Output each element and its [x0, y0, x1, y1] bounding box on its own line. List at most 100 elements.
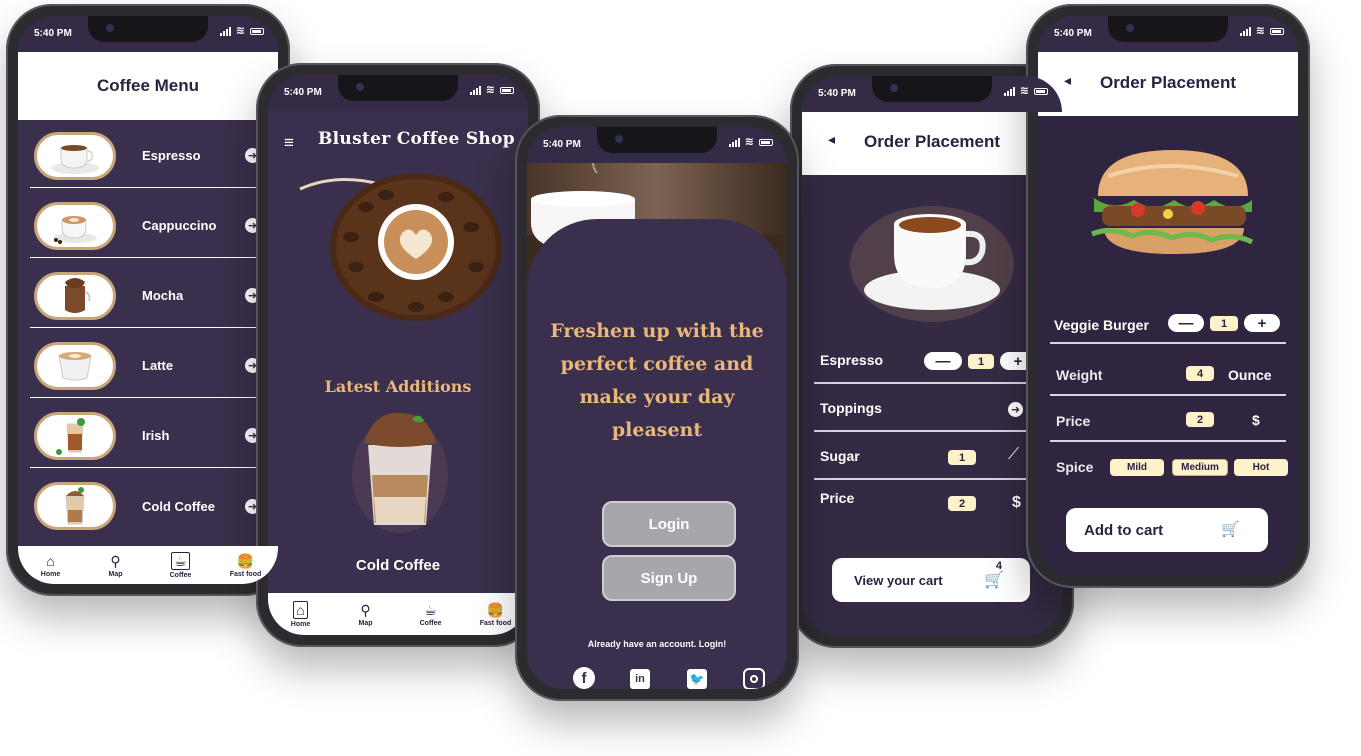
add-to-cart-button[interactable]: Add to cart 🛒 — [1066, 508, 1268, 552]
status-icons: ≋ — [728, 136, 773, 148]
menu-item-mocha[interactable]: Mocha ➜ — [30, 264, 260, 328]
status-time: 5:40 PM — [1054, 28, 1092, 39]
menu-item-espresso[interactable]: Espresso ➜ — [30, 124, 260, 188]
coffee-cup-icon: ☕ — [424, 601, 437, 618]
tab-home[interactable]: ⌂ Home — [26, 553, 76, 578]
menu-item-cold-coffee[interactable]: Cold Coffee ➜ — [30, 474, 260, 538]
espresso-image — [34, 131, 116, 180]
section-title: Latest Additions — [324, 377, 472, 396]
menu-item-label: Cold Coffee — [142, 498, 215, 514]
espresso-image — [850, 206, 1014, 322]
map-pin-icon: ⚲ — [360, 601, 371, 618]
item-name: Espresso — [820, 352, 884, 368]
signal-icon — [219, 26, 231, 36]
back-icon[interactable]: ◂ — [1064, 72, 1071, 89]
signal-icon — [1239, 26, 1251, 36]
irish-image — [34, 411, 116, 460]
notch — [338, 75, 458, 101]
divider — [814, 478, 1050, 480]
hamburger-menu-icon[interactable]: ≡ — [284, 133, 294, 153]
view-cart-button[interactable]: View your cart 🛒 4 — [832, 558, 1030, 602]
currency-symbol: $ — [1012, 494, 1021, 511]
instagram-lens — [750, 675, 758, 683]
mocha-image — [34, 271, 116, 320]
fast-food-icon: 🍔 — [486, 601, 505, 618]
arrow-right-icon[interactable]: ➜ — [1008, 402, 1023, 417]
phone-coffee-menu: 5:40 PM ≋ Coffee Menu Espresso ➜ Cappucc… — [6, 4, 290, 596]
menu-item-latte[interactable]: Latte ➜ — [30, 334, 260, 398]
tab-label: Fast food — [479, 619, 512, 627]
spice-option-mild[interactable]: Mild — [1110, 459, 1164, 476]
header: ◂ Order Placement — [802, 109, 1062, 175]
signal-icon — [469, 85, 481, 95]
increment-button[interactable]: + — [1244, 314, 1280, 332]
notch — [872, 76, 992, 102]
cappuccino-image — [34, 201, 116, 250]
quantity-value: 1 — [968, 354, 994, 369]
login-button[interactable]: Login — [602, 501, 736, 547]
menu-item-irish[interactable]: Irish ➜ — [30, 404, 260, 468]
spice-option-hot[interactable]: Hot — [1234, 459, 1288, 476]
login-panel — [527, 219, 787, 689]
divider — [1050, 394, 1286, 396]
price-value: 2 — [1186, 412, 1214, 427]
tab-label: Home — [290, 620, 311, 628]
notch — [597, 127, 717, 153]
price-label: Price — [1056, 413, 1091, 429]
cart-icon: 🛒 — [1221, 521, 1240, 538]
signal-icon — [728, 137, 740, 147]
tab-fast-food[interactable]: 🍔 Fast food — [471, 602, 521, 627]
status-icons: ≋ — [469, 84, 514, 96]
sugar-value: 1 — [948, 450, 976, 465]
divider — [1050, 440, 1286, 442]
weight-unit: Ounce — [1228, 367, 1272, 383]
tab-bar: ⌂ Home ⚲ Map ☕ Coffee 🍔 Fast food — [18, 546, 278, 584]
menu-item-label: Mocha — [142, 288, 184, 303]
veggie-burger-image — [1091, 150, 1254, 254]
back-icon[interactable]: ◂ — [828, 131, 835, 148]
page-title: Order Placement — [863, 132, 1001, 151]
wifi-icon: ≋ — [744, 136, 754, 148]
tab-home[interactable]: ⌂ Home — [276, 600, 326, 628]
already-have-account-link[interactable]: Already have an account. Login! — [527, 639, 787, 649]
facebook-icon[interactable]: f — [573, 667, 595, 689]
battery-icon — [500, 86, 514, 94]
decrement-button[interactable]: — — [924, 352, 962, 370]
phone-home: 5:40 PM ≋ ≡ Bluster Coffee Shop Latest A… — [256, 63, 540, 647]
fast-food-icon: 🍔 — [236, 552, 255, 569]
tab-coffee[interactable]: ☕ Coffee — [156, 551, 206, 579]
latte-image — [34, 341, 116, 390]
map-pin-icon: ⚲ — [110, 552, 121, 569]
home-icon: ⌂ — [293, 600, 308, 619]
battery-icon — [759, 138, 773, 146]
battery-icon — [1270, 27, 1284, 35]
status-icons: ≋ — [1003, 86, 1048, 97]
decrement-button[interactable]: — — [1168, 314, 1204, 332]
coffee-cup-icon: ☕ — [171, 551, 190, 570]
linkedin-icon[interactable]: in — [630, 669, 650, 689]
weight-label: Weight — [1056, 367, 1103, 383]
item-name: Veggie Burger — [1054, 317, 1149, 333]
tab-coffee[interactable]: ☕ Coffee — [406, 602, 456, 627]
sign-up-button[interactable]: Sign Up — [602, 555, 736, 601]
tab-map[interactable]: ⚲ Map — [341, 602, 391, 627]
divider — [814, 382, 1050, 384]
tab-fast-food[interactable]: 🍔 Fast food — [221, 553, 271, 578]
menu-item-cappuccino[interactable]: Cappuccino ➜ — [30, 194, 260, 258]
status-time: 5:40 PM — [818, 88, 856, 99]
spice-option-medium[interactable]: Medium — [1172, 459, 1228, 476]
wifi-icon: ≋ — [1255, 25, 1265, 37]
headline: Freshen up with the perfect coffee and m… — [550, 320, 764, 441]
cold-coffee-image — [34, 482, 116, 530]
status-time: 5:40 PM — [34, 28, 72, 39]
tab-map[interactable]: ⚲ Map — [91, 553, 141, 578]
menu-item-label: Latte — [142, 358, 174, 373]
menu-item-label: Cappuccino — [142, 218, 217, 233]
wifi-icon: ≋ — [485, 84, 495, 96]
weight-value: 4 — [1186, 366, 1214, 381]
instagram-icon[interactable] — [743, 668, 765, 689]
twitter-icon[interactable]: 🐦 — [687, 669, 707, 689]
sugar-label: Sugar — [820, 448, 860, 464]
menu-item-label: Irish — [142, 428, 170, 443]
tab-label: Map — [358, 619, 373, 627]
